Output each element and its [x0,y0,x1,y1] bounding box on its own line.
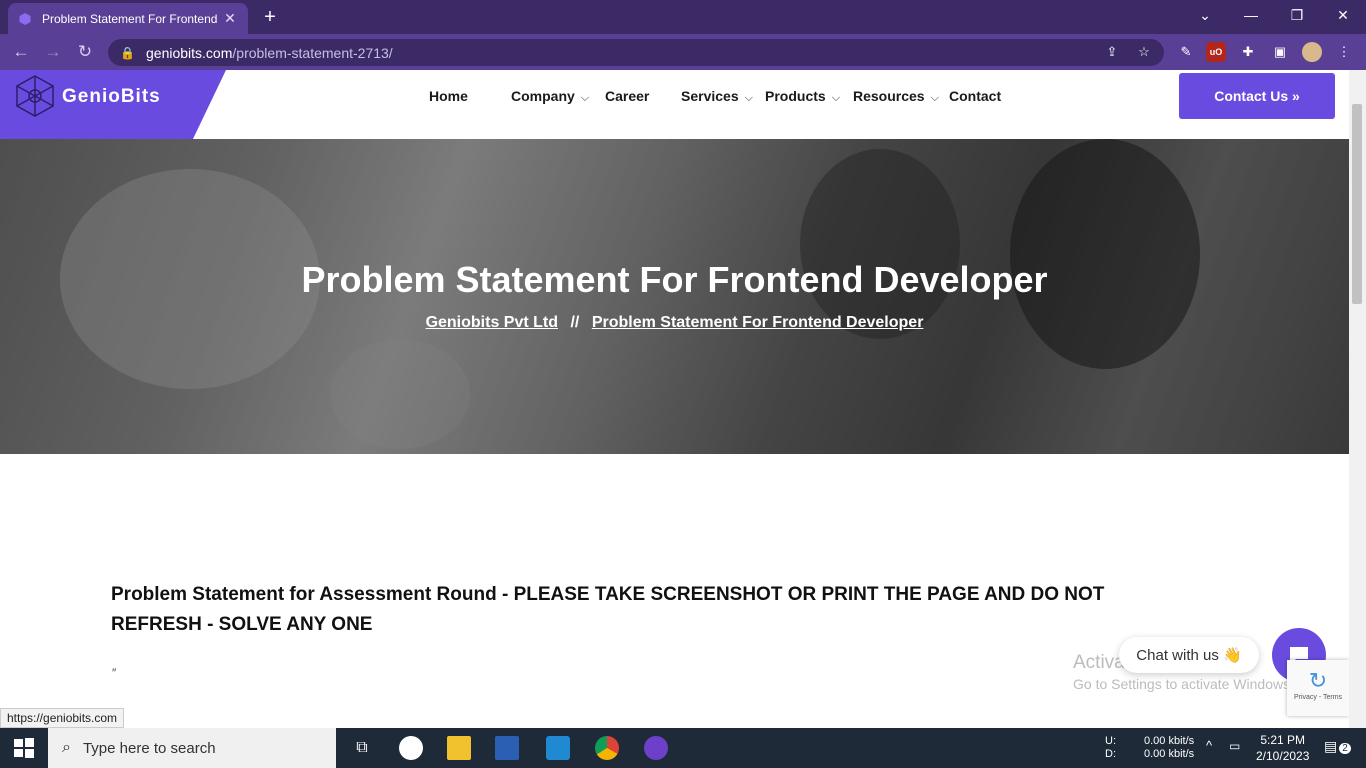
nav-item-services[interactable]: Services ⌵ [681,88,753,105]
battery-icon[interactable]: ▭ [1229,739,1240,753]
reload-icon[interactable]: ↻ [74,41,96,63]
chevron-down-icon: ⌵ [580,92,590,104]
link-status-url: https://geniobits.com [0,708,125,728]
nav-item-career[interactable]: Career [605,88,649,104]
task-view-icon[interactable]: ⧉ [350,736,374,760]
nav-item-label: Services [681,88,739,104]
minimize-button[interactable]: — [1228,0,1274,32]
breadcrumb-separator: // [570,314,580,331]
eyedropper-extension-icon[interactable]: ✎ [1176,42,1196,62]
notification-center-icon[interactable]: ▤ 2 [1324,738,1351,755]
taskbar-search-box[interactable]: ⌕ Type here to search [48,728,336,768]
clock-date: 2/10/2023 [1256,749,1310,763]
url-path: /problem-statement-2713/ [232,44,393,61]
problem-statement-heading: Problem Statement for Assessment Round -… [111,584,1105,635]
nav-item-company[interactable]: Company ⌵ [511,88,589,105]
vscode-icon[interactable] [546,736,570,760]
windows-taskbar: ⌕ Type here to search ⧉ U: D: 0.00 kbit/… [0,728,1366,768]
tab-search-button[interactable]: ⌄ [1182,0,1228,32]
chevron-down-icon: ⌵ [831,92,841,104]
word-icon[interactable] [495,736,519,760]
ublock-extension-icon[interactable]: uO [1206,42,1226,62]
nav-item-home[interactable]: Home [429,88,468,104]
notification-count: 2 [1339,743,1351,754]
github-desktop-icon[interactable] [644,736,668,760]
network-hex-logo-icon [16,75,54,117]
lock-icon: 🔒 [120,45,135,60]
restore-button[interactable]: ❐ [1274,0,1320,32]
breadcrumb-home-link[interactable]: Geniobits Pvt Ltd [426,314,558,331]
page-title: Problem Statement For Frontend Developer [301,259,1048,300]
chevron-down-icon: ⌵ [744,92,753,104]
browser-toolbar: ← → ↻ 🔒 geniobits.com /problem-statement… [0,34,1366,70]
tab-title: Problem Statement For Frontend [42,11,218,26]
chrome-icon[interactable] [595,736,619,760]
net-speed: 0.00 kbit/s 0.00 kbit/s [1144,735,1194,761]
browser-title-bar: Problem Statement For Frontend ✕ + ⌄ — ❐… [0,0,1366,34]
share-icon[interactable]: ⇪ [1102,42,1122,62]
nav-item-label: Contact [949,88,1002,104]
tray-chevron-up-icon[interactable]: ^ [1206,738,1212,753]
nav-item-contact[interactable]: Contact [949,88,1001,104]
net-up-label: U: [1105,735,1116,747]
windows-start-icon[interactable] [12,736,36,760]
site-header: GenioBits Home Company ⌵ Career Services ⌵… [0,70,1349,155]
address-bar[interactable]: 🔒 geniobits.com /problem-statement-2713/ [108,39,1164,66]
url-host: geniobits.com [146,44,233,61]
menu-kebab-icon[interactable]: ⋮ [1334,42,1354,62]
search-icon: ⌕ [62,739,71,756]
file-explorer-icon[interactable] [447,736,471,760]
window-close-button[interactable]: ✕ [1320,0,1366,32]
profile-avatar-icon[interactable] [1302,42,1322,62]
nav-item-label: Company [511,88,575,104]
bookmark-star-icon[interactable]: ☆ [1134,42,1154,62]
contact-us-button[interactable]: Contact Us » [1179,73,1335,119]
nav-item-label: Career [605,88,650,104]
extensions-puzzle-icon[interactable]: ✚ [1238,42,1258,62]
logo-wordmark: GenioBits [62,86,161,107]
net-down-label: D: [1105,748,1116,760]
net-down-speed: 0.00 kbit/s [1144,748,1195,760]
net-labels: U: D: [1105,735,1116,761]
recaptcha-text: Privacy - Terms [1293,694,1343,701]
clock-time: 5:21 PM [1260,733,1306,747]
nav-item-products[interactable]: Products ⌵ [765,88,840,105]
back-arrow-icon[interactable]: ← [10,41,32,63]
nav-item-label: Products [765,88,826,104]
breadcrumb-current-link[interactable]: Problem Statement For Frontend Developer [592,314,924,331]
page-viewport: GenioBits Home Company ⌵ Career Services ⌵… [0,70,1349,728]
recaptcha-icon: ↻ [1308,668,1328,693]
nav-item-label: Resources [853,88,925,104]
chat-with-us-bubble[interactable]: Chat with us 👋 [1119,637,1259,673]
new-tab-button[interactable]: + [258,5,282,29]
chevron-down-icon: ⌵ [930,92,939,104]
breadcrumb: Geniobits Pvt Ltd // Problem Statement F… [0,314,1349,332]
search-placeholder: Type here to search [82,739,216,757]
forward-arrow-icon[interactable]: → [42,41,64,63]
page-scrollbar-thumb[interactable] [1352,104,1362,304]
tab-close-icon[interactable]: ✕ [222,10,238,27]
net-up-speed: 0.00 kbit/s [1144,735,1195,747]
browser-tab-active[interactable]: Problem Statement For Frontend ✕ [8,3,248,34]
activate-windows-subtext: Go to Settings to activate Windows. [1073,676,1294,692]
quote-mark: ″ [112,666,117,680]
recaptcha-badge[interactable]: ↻ Privacy - Terms [1287,660,1349,716]
clock[interactable]: 5:21 PM 2/10/2023 [1256,732,1309,764]
nav-item-resources[interactable]: Resources ⌵ [853,88,939,105]
mongodb-compass-icon[interactable] [399,736,423,760]
side-panel-icon[interactable]: ▣ [1270,42,1290,62]
site-favicon-icon [19,12,31,25]
hero-banner: Problem Statement For Frontend Developer… [0,139,1349,454]
nav-item-label: Home [429,88,468,104]
